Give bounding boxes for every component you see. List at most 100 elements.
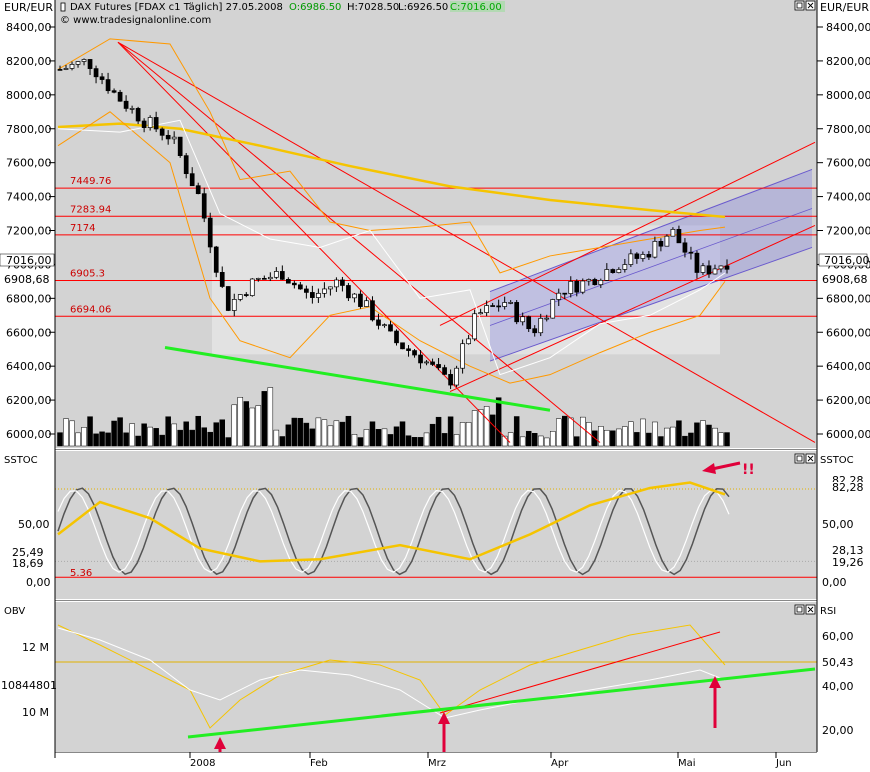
- candle-body: [298, 284, 303, 290]
- volume-bar: [129, 423, 135, 447]
- level-label: 6694.06: [70, 304, 111, 315]
- volume-bar: [610, 430, 616, 447]
- volume-bar: [345, 415, 352, 447]
- candle-body: [466, 338, 471, 345]
- volume-bar: [219, 419, 225, 447]
- candle-body: [628, 253, 634, 265]
- candle-body: [664, 235, 670, 247]
- candle-body: [304, 288, 309, 293]
- candle-body: [496, 305, 502, 308]
- volume-bar: [231, 404, 238, 447]
- price-tick-right: 8000,00: [826, 89, 870, 102]
- volume-bar: [513, 416, 520, 447]
- candle-body: [255, 277, 261, 280]
- candle-body: [520, 316, 526, 323]
- sstoc-tick-50-left: 50,00: [18, 518, 50, 531]
- candle-body: [418, 354, 423, 364]
- volume-bar: [75, 432, 81, 447]
- candle-body: [442, 367, 447, 375]
- candle-body: [75, 61, 81, 65]
- sstoc-title-right: SSTOC: [820, 455, 854, 466]
- maximize-icon[interactable]: [794, 604, 805, 615]
- price-tick-left: 8200,00: [6, 55, 52, 68]
- candle-body: [718, 265, 724, 270]
- candle-body: [207, 217, 213, 248]
- price-tick-right: 6400,00: [826, 360, 870, 373]
- candle-body: [616, 269, 622, 273]
- candle-body: [370, 300, 375, 321]
- price-tick-right: 8400,00: [826, 21, 870, 34]
- volume-bar: [622, 426, 628, 447]
- last-price-right: 7016,00: [824, 254, 870, 267]
- candle-body: [213, 246, 219, 273]
- candle-body: [724, 265, 730, 270]
- volume-bar: [327, 425, 334, 447]
- volume-bar: [141, 423, 147, 447]
- candle-body: [249, 278, 255, 296]
- price-tick-left: 6600,00: [6, 326, 52, 339]
- volume-bar: [267, 387, 274, 447]
- rsi-value: 50,43: [822, 656, 854, 669]
- price-tick-left: 7800,00: [6, 123, 52, 136]
- candle-body: [712, 268, 718, 275]
- candle-body: [63, 68, 69, 70]
- candle-body: [682, 242, 688, 253]
- level-label: 7283.94: [70, 204, 111, 215]
- candle-body: [364, 300, 369, 307]
- volume-bar: [207, 431, 213, 447]
- volume-bar: [357, 437, 364, 447]
- volume-bar: [489, 414, 496, 447]
- volume-bar: [117, 417, 123, 447]
- volume-bar: [640, 418, 646, 447]
- obv-panel-bg: [55, 602, 817, 752]
- volume-bar: [87, 416, 93, 447]
- volume-bar: [195, 415, 201, 447]
- volume-bar: [393, 426, 400, 447]
- candle-body: [562, 292, 568, 295]
- volume-bar: [255, 405, 262, 447]
- volume-bar: [405, 435, 412, 447]
- candle-body: [394, 330, 399, 344]
- rsi-tick-60: 60,00: [822, 630, 854, 643]
- volume-bar: [381, 428, 388, 447]
- candle-body: [556, 292, 562, 300]
- volume-bar: [646, 432, 652, 447]
- candle-body: [195, 185, 201, 195]
- candle-body: [201, 193, 207, 219]
- volume-bar: [435, 416, 442, 447]
- candle-body: [57, 69, 63, 71]
- volume-bar: [519, 436, 526, 447]
- price-tick-left: 7400,00: [6, 191, 52, 204]
- price-tick-right: 7400,00: [826, 191, 870, 204]
- volume-bar: [483, 406, 490, 447]
- level-label: 7449.76: [70, 176, 111, 187]
- chart-title: DAX Futures [FDAX c1 Täglich] 27.05.2008: [70, 2, 283, 13]
- price-tick-right: 7600,00: [826, 157, 870, 170]
- candle-body: [352, 293, 357, 299]
- last-price-left: 7016,00: [6, 254, 52, 267]
- ohlc-high: H:7028.50: [347, 2, 399, 13]
- sstoc-exclamation: !!: [742, 462, 755, 478]
- candle-body: [508, 302, 514, 304]
- candle-body: [346, 285, 351, 299]
- volume-bar: [459, 422, 466, 447]
- candle-body: [340, 279, 345, 286]
- candle-body: [310, 292, 315, 298]
- volume-bar: [465, 422, 472, 447]
- obv-tick-10m: 10 M: [22, 706, 49, 719]
- price-tick-left: 6800,00: [6, 292, 52, 305]
- volume-bar: [555, 418, 562, 447]
- volume-bar: [69, 420, 75, 447]
- volume-bar: [189, 429, 195, 447]
- maximize-icon[interactable]: [794, 0, 805, 11]
- candle-body: [388, 324, 393, 332]
- candle-body: [171, 136, 177, 140]
- candle-body: [550, 299, 556, 319]
- volume-bar: [291, 417, 298, 447]
- candle-body: [670, 229, 676, 237]
- price-tick-left: 8000,00: [6, 89, 52, 102]
- candle-body: [81, 59, 87, 62]
- volume-bar: [81, 427, 87, 447]
- maximize-icon[interactable]: [794, 453, 805, 464]
- chart-canvas: 7449.76 7283.94 7174 6905.3 6694.06 8400,00 8…: [0, 0, 870, 769]
